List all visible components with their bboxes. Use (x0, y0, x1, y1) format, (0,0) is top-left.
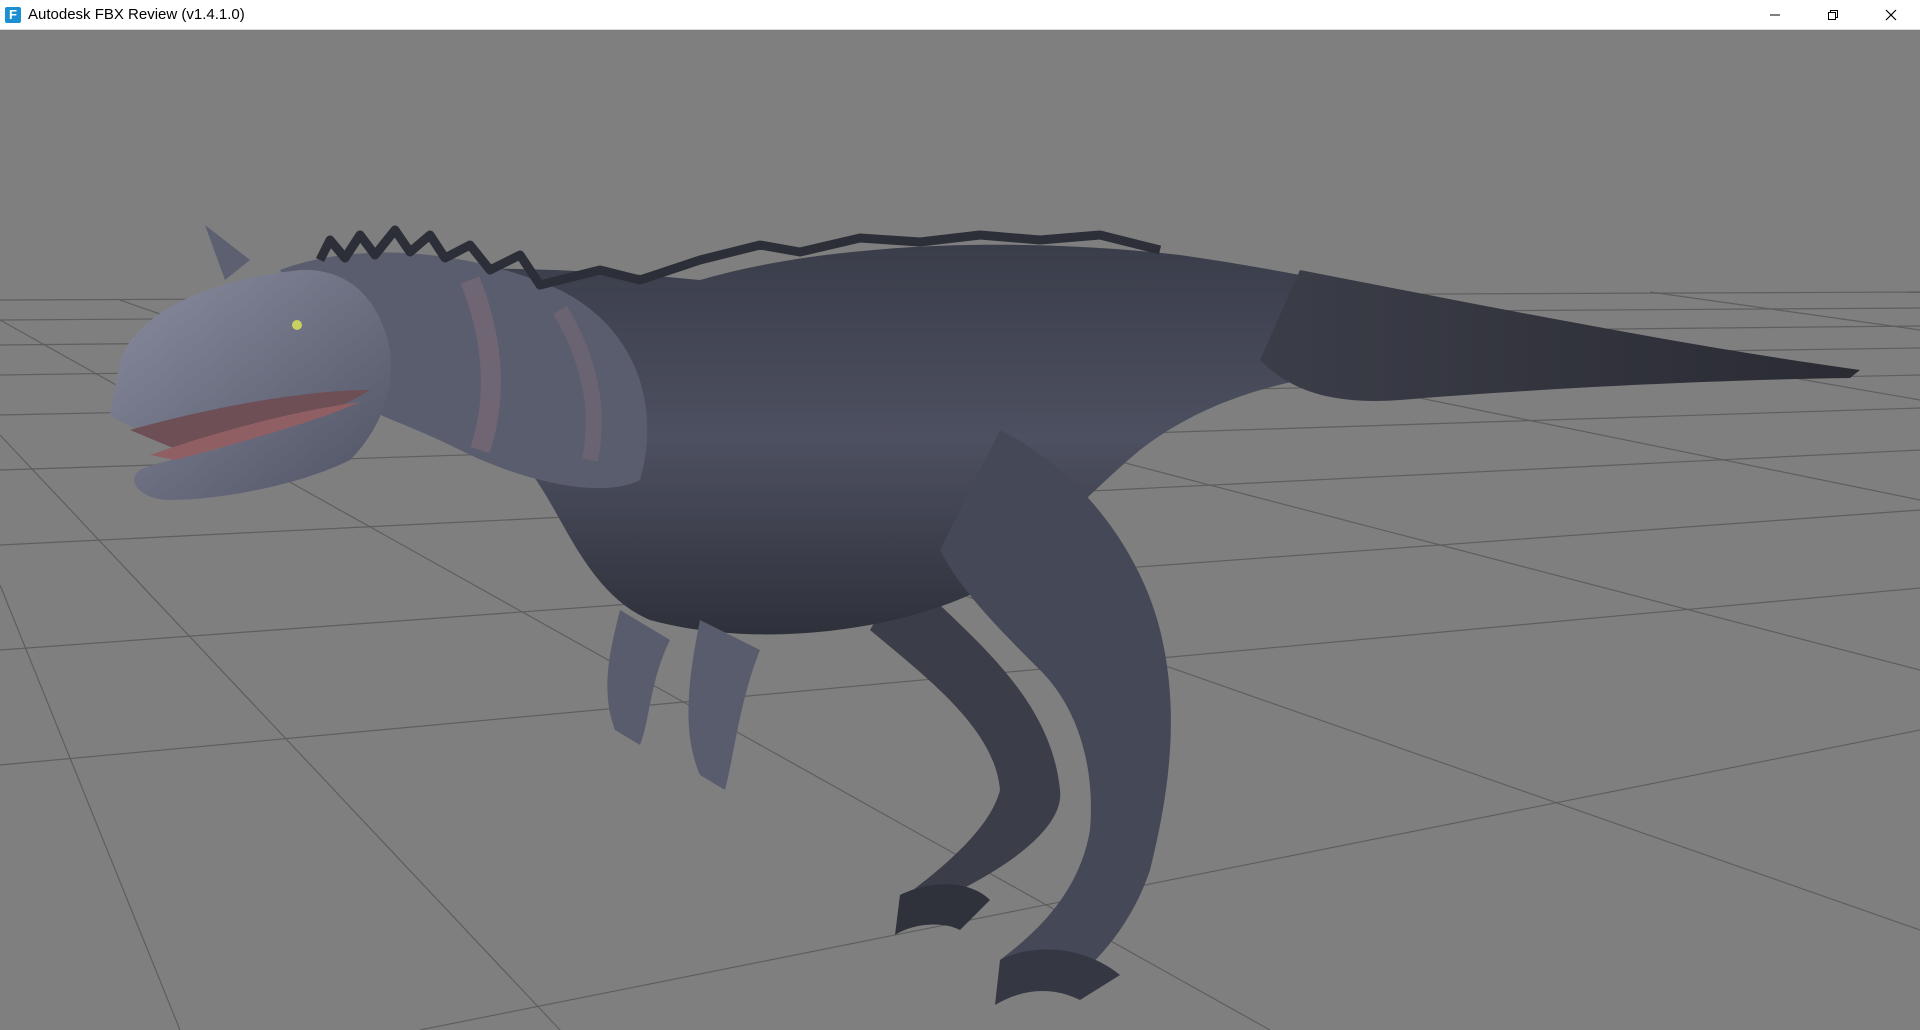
close-icon (1885, 9, 1897, 20)
far-foot (895, 884, 990, 935)
minimize-button[interactable] (1746, 0, 1804, 29)
dinosaur-model[interactable] (110, 225, 1860, 1005)
minimize-icon (1770, 14, 1780, 15)
title-bar[interactable]: F Autodesk FBX Review (v1.4.1.0) (0, 0, 1920, 30)
restore-icon (1828, 9, 1838, 20)
dinosaur-horn (205, 225, 250, 280)
window-title: Autodesk FBX Review (v1.4.1.0) (28, 6, 245, 23)
scene-canvas[interactable] (0, 30, 1920, 1030)
window-controls (1746, 0, 1920, 29)
dinosaur-eye (292, 320, 302, 330)
fbx-review-icon[interactable]: F (5, 6, 21, 23)
dinosaur-arm-left (607, 610, 670, 745)
restore-button[interactable] (1804, 0, 1862, 29)
dinosaur-tail (1260, 270, 1860, 401)
near-foot (995, 949, 1120, 1005)
close-button[interactable] (1862, 0, 1920, 29)
dinosaur-head (110, 269, 391, 500)
app-icon-letter: F (9, 6, 17, 22)
3d-viewport[interactable] (0, 30, 1920, 1030)
dinosaur-arm-right (688, 620, 760, 790)
